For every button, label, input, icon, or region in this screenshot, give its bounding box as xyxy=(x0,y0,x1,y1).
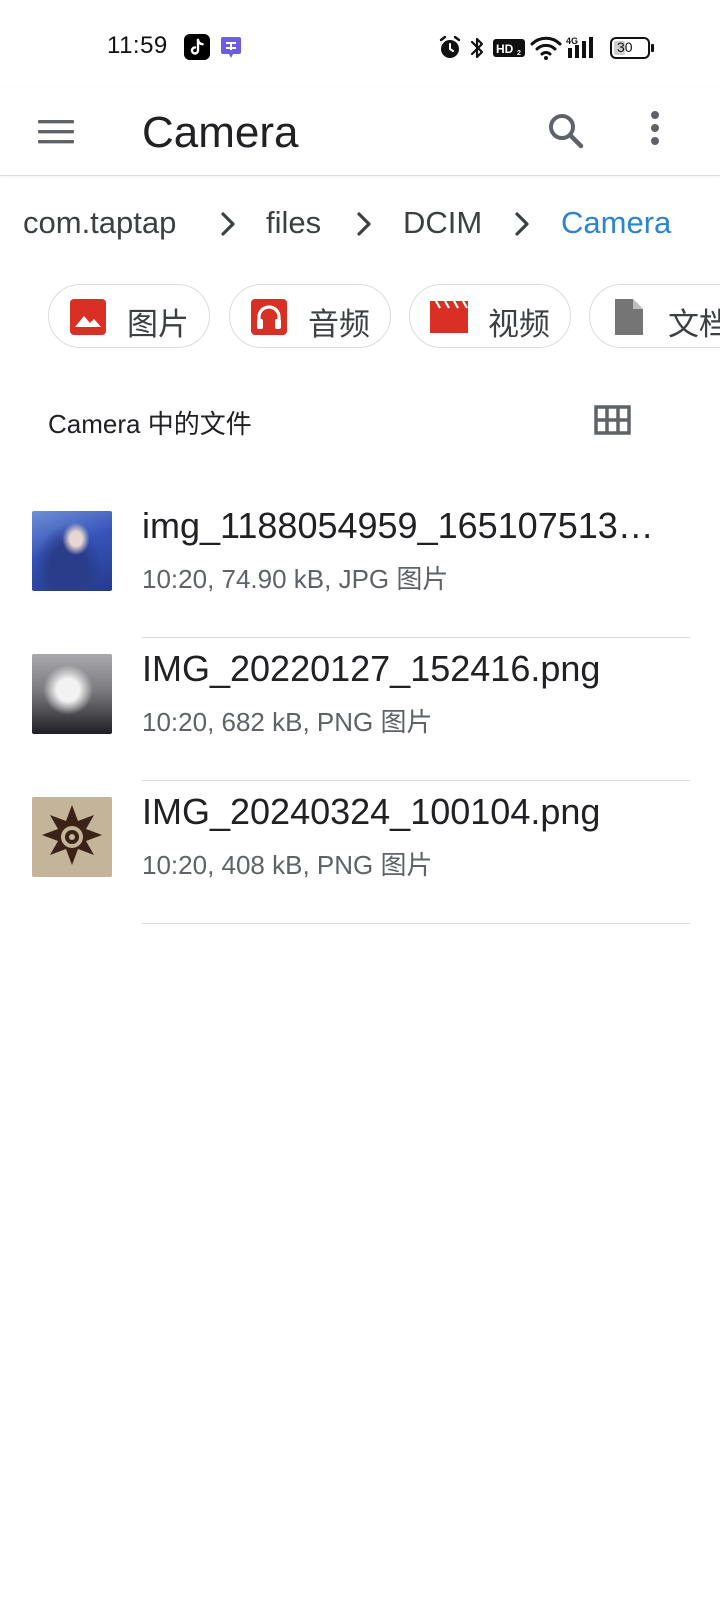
file-meta: 10:20, 74.90 kB, JPG 图片 xyxy=(142,564,449,594)
battery-level: 30 xyxy=(617,39,633,55)
battery-icon: 30 xyxy=(610,36,654,64)
app-bar: Camera xyxy=(0,88,720,176)
category-chips: 图片 音频 视频 文档 xyxy=(0,284,720,350)
chip-video[interactable]: 视频 xyxy=(409,284,571,348)
chip-audio[interactable]: 音频 xyxy=(229,284,391,348)
alarm-icon xyxy=(439,35,461,58)
file-thumbnail xyxy=(32,797,112,877)
document-icon xyxy=(615,299,643,335)
breadcrumb-item-camera[interactable]: Camera xyxy=(561,204,671,241)
file-meta: 10:20, 408 kB, PNG 图片 xyxy=(142,850,433,880)
more-vert-icon[interactable] xyxy=(640,106,692,158)
section-title: Camera 中的文件 xyxy=(48,409,252,439)
chip-images[interactable]: 图片 xyxy=(48,284,210,348)
breadcrumb-item-files[interactable]: files xyxy=(266,204,321,241)
file-list-item[interactable]: img_1188054959_1651075130129.jpg 10:20, … xyxy=(0,495,720,638)
file-name: img_1188054959_1651075130129.jpg xyxy=(142,505,672,546)
file-meta: 10:20, 682 kB, PNG 图片 xyxy=(142,707,433,737)
grid-view-icon[interactable] xyxy=(592,402,634,438)
svg-text:4G: 4G xyxy=(566,36,578,46)
row-divider xyxy=(142,922,690,924)
chip-label: 音频 xyxy=(308,307,370,342)
chevron-right-icon xyxy=(221,212,235,236)
file-thumbnail xyxy=(32,511,112,591)
tieba-icon xyxy=(221,37,241,58)
signal-4g-icon: 4G xyxy=(566,36,593,58)
file-name: IMG_20220127_152416.png xyxy=(142,648,601,689)
menu-icon[interactable] xyxy=(34,112,78,152)
image-icon xyxy=(70,299,106,335)
chip-documents[interactable]: 文档 xyxy=(589,284,720,348)
movie-icon xyxy=(430,300,468,333)
svg-text:HD: HD xyxy=(496,42,514,56)
breadcrumb-item-dcim[interactable]: DCIM xyxy=(403,204,482,241)
chevron-right-icon xyxy=(357,212,371,236)
chip-label: 文档 xyxy=(668,307,720,342)
breadcrumb: com.taptap files DCIM Camera xyxy=(0,196,720,256)
tiktok-icon xyxy=(184,34,210,60)
svg-text:2: 2 xyxy=(517,50,521,57)
emblem-icon xyxy=(32,797,112,877)
search-icon[interactable] xyxy=(540,106,592,158)
file-name: IMG_20240324_100104.png xyxy=(142,791,601,832)
bluetooth-icon xyxy=(470,37,484,59)
chip-label: 图片 xyxy=(127,307,189,342)
file-list-item[interactable]: IMG_20220127_152416.png 10:20, 682 kB, P… xyxy=(0,638,720,781)
headphones-icon xyxy=(251,299,287,335)
chevron-right-icon xyxy=(515,212,529,236)
status-time: 11:59 xyxy=(107,32,168,59)
status-bar: 11:59 HD 2 4G 30 xyxy=(0,0,720,96)
hd-icon: HD 2 xyxy=(493,39,525,57)
chip-label: 视频 xyxy=(488,307,550,342)
file-thumbnail xyxy=(32,654,112,734)
wifi-icon xyxy=(530,36,562,60)
breadcrumb-item-com-taptap[interactable]: com.taptap xyxy=(23,204,176,241)
file-list-item[interactable]: IMG_20240324_100104.png 10:20, 408 kB, P… xyxy=(0,781,720,924)
page-title: Camera xyxy=(142,108,299,157)
